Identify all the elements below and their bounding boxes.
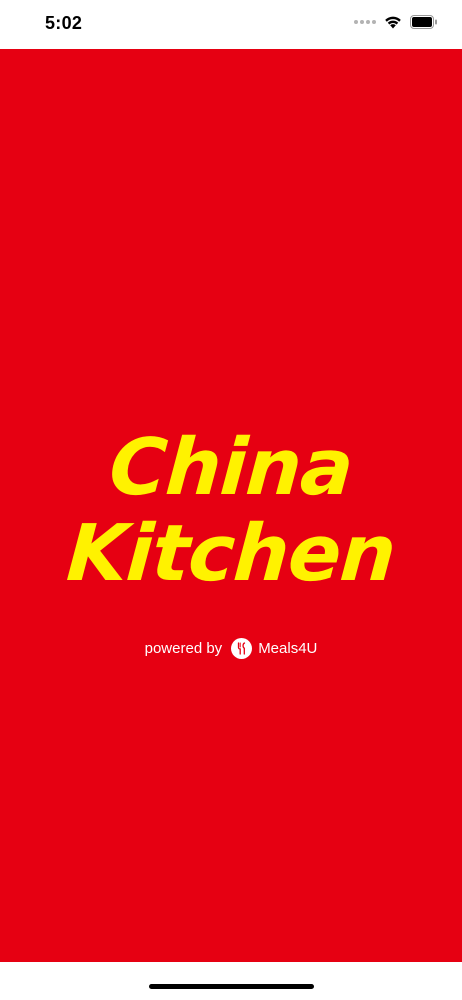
provider-name: Meals4U (258, 640, 318, 657)
cellular-signal-icon (354, 20, 376, 24)
splash-screen: China Kitchen powered by Meals4U (0, 49, 462, 962)
home-indicator[interactable] (149, 984, 314, 989)
battery-icon (410, 15, 437, 29)
powered-by-label: powered by (144, 640, 223, 657)
status-time: 5:02 (45, 13, 83, 33)
brand-title-line2: Kitchen (64, 509, 398, 599)
wifi-icon (385, 16, 401, 29)
home-indicator-area (0, 962, 462, 1000)
brand-title-line1: China (106, 423, 356, 513)
status-indicators (354, 15, 438, 29)
powered-by: powered by Meals4U (0, 638, 462, 659)
meals4u-logo-icon (231, 638, 253, 659)
status-bar: 5:02 (0, 0, 462, 49)
